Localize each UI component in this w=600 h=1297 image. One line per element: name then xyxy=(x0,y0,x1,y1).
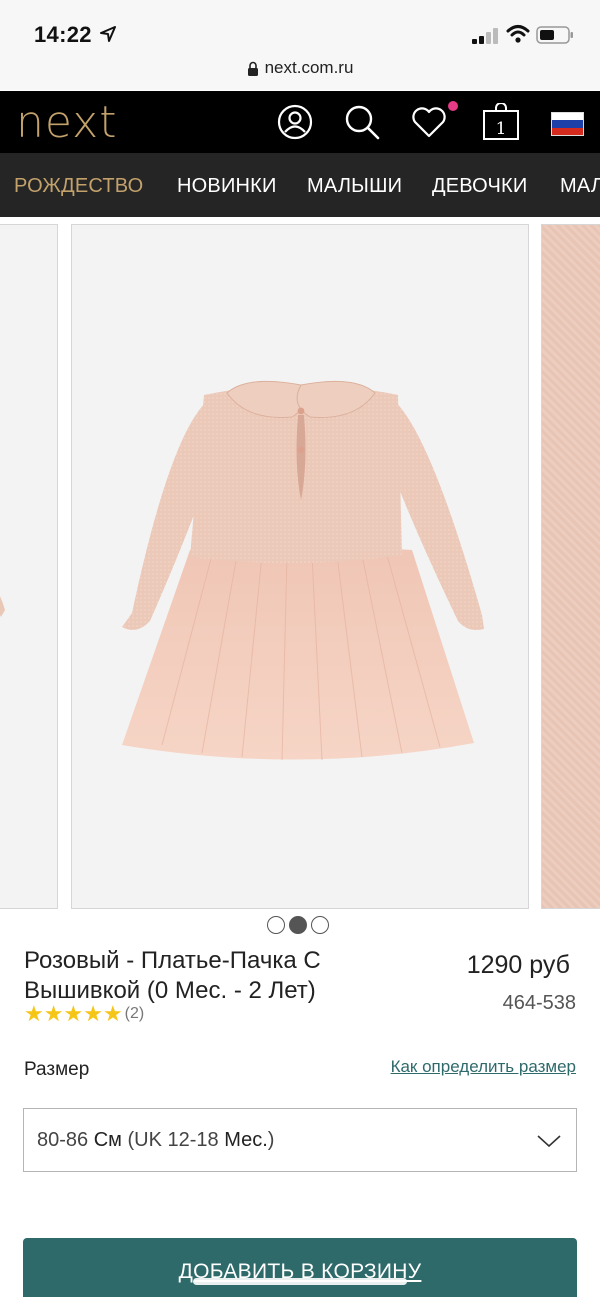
size-selected-value: 80-86 См (UK 12-18 Мес.) xyxy=(37,1129,275,1151)
product-price: 1290 руб xyxy=(466,951,570,979)
carousel-slide-previous[interactable] xyxy=(0,224,58,909)
bag-count: 1 xyxy=(496,119,507,139)
product-image-carousel[interactable] xyxy=(0,217,600,917)
dress-image-partial xyxy=(0,596,5,617)
nav-item-babies[interactable]: МАЛЫШИ xyxy=(307,175,402,198)
size-guide-link[interactable]: Как определить размер xyxy=(391,1057,576,1077)
add-to-bag-button[interactable]: ДОБАВИТЬ В КОРЗИНУ xyxy=(23,1238,577,1297)
chevron-down-icon xyxy=(537,1135,561,1148)
home-indicator xyxy=(193,1278,407,1285)
carousel-pagination xyxy=(267,916,329,934)
carousel-slide-main[interactable] xyxy=(71,224,529,909)
star-icon: ★ xyxy=(63,1001,84,1026)
next-logo[interactable]: next xyxy=(16,97,117,148)
nav-item-boys[interactable]: МАЛ xyxy=(560,175,600,198)
fabric-closeup-image xyxy=(542,225,600,908)
carousel-slide-next[interactable] xyxy=(541,224,600,909)
status-bar: 14:22 xyxy=(0,0,600,60)
account-icon[interactable] xyxy=(276,103,314,141)
wishlist-badge-dot xyxy=(448,101,458,111)
wishlist-heart-icon[interactable] xyxy=(410,103,448,141)
star-icon: ★ xyxy=(24,1001,44,1026)
battery-icon xyxy=(536,26,573,44)
shopping-bag-icon[interactable]: 1 xyxy=(482,103,520,141)
pink-tutu-dress-image xyxy=(122,380,484,761)
rating-count: (2) xyxy=(124,1005,145,1022)
search-icon[interactable] xyxy=(343,103,381,141)
star-icon: ★ xyxy=(102,1001,123,1026)
product-title: Розовый - Платье-Пачка С Вышивкой (0 Мес… xyxy=(24,946,384,1006)
clock: 14:22 xyxy=(34,22,92,47)
cellular-signal-icon xyxy=(472,28,498,44)
product-sku: 464-538 xyxy=(502,992,576,1014)
category-nav: РОЖДЕСТВО НОВИНКИ МАЛЫШИ ДЕВОЧКИ МАЛ xyxy=(0,153,600,217)
location-arrow-icon xyxy=(100,26,116,42)
product-title-line-1: Розовый - Платье-Пачка С xyxy=(24,947,321,974)
wifi-icon xyxy=(506,25,530,43)
lock-icon xyxy=(247,61,258,76)
russia-flag-icon[interactable] xyxy=(551,112,584,136)
carousel-dot[interactable] xyxy=(311,916,329,934)
nav-item-girls[interactable]: ДЕВОЧКИ xyxy=(432,175,527,198)
product-rating[interactable]: ★ ★ ★ ★ ★ (2) xyxy=(24,1003,144,1025)
star-icon: ★ xyxy=(83,1001,103,1026)
nav-item-christmas[interactable]: РОЖДЕСТВО xyxy=(14,175,143,198)
address-bar[interactable]: next.com.ru xyxy=(0,52,600,90)
size-label: Размер xyxy=(24,1059,90,1080)
star-icon: ★ xyxy=(43,1001,64,1026)
carousel-dot[interactable] xyxy=(267,916,285,934)
url-text: next.com.ru xyxy=(264,58,354,77)
site-header: next 1 xyxy=(0,91,600,153)
nav-item-new[interactable]: НОВИНКИ xyxy=(177,175,277,198)
size-select[interactable]: 80-86 См (UK 12-18 Мес.) xyxy=(23,1108,577,1172)
carousel-dot-active[interactable] xyxy=(289,916,307,934)
